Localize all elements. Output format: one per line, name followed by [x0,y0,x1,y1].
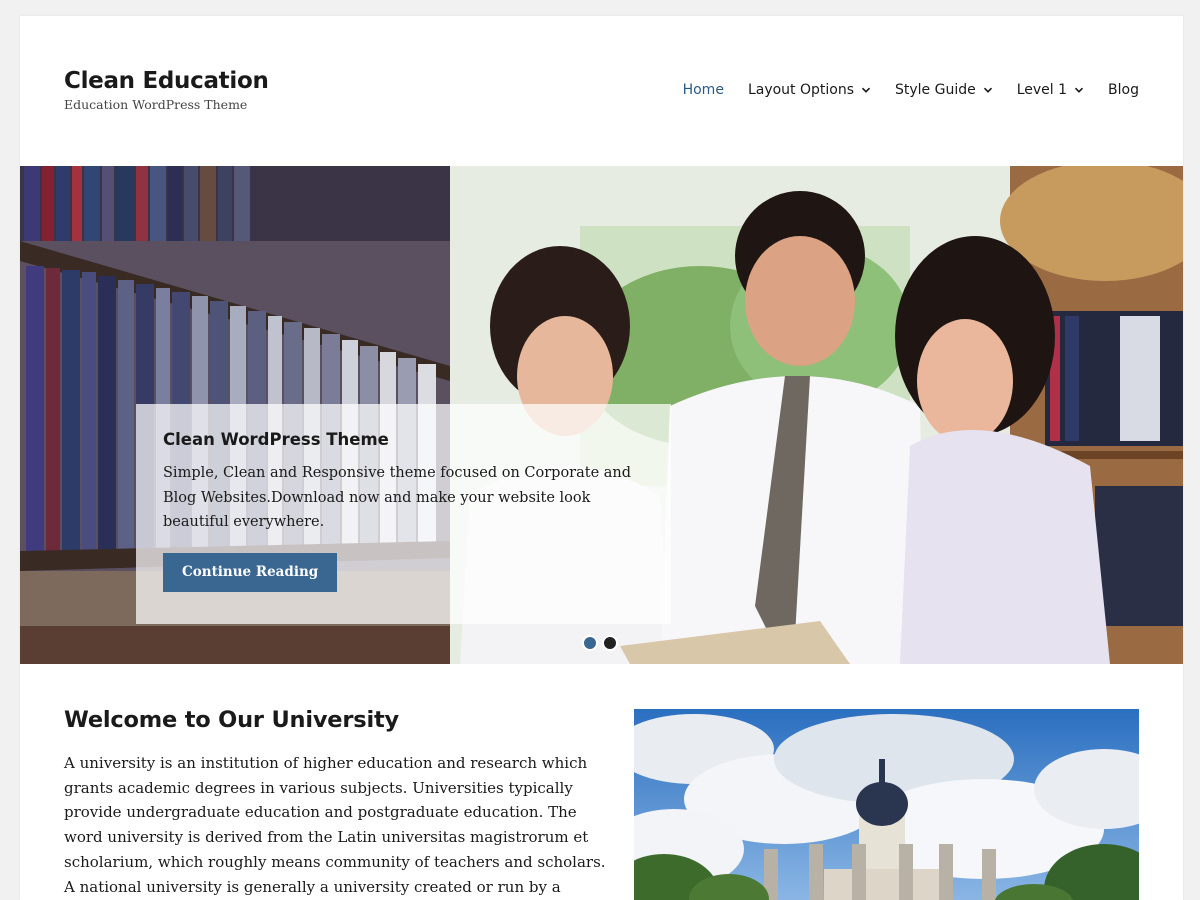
slide-description: Simple, Clean and Responsive theme focus… [163,465,632,530]
site-header: Clean Education Education WordPress Them… [20,16,1183,166]
welcome-section: Welcome to Our University A university i… [64,707,610,900]
university-building-image [634,709,1139,900]
nav-item-label: Blog [1108,82,1139,98]
nav-item-label: Level 1 [1016,82,1068,98]
slide-title[interactable]: Clean WordPress Theme [163,430,644,449]
section-text: A university is an institution of higher… [64,754,606,896]
nav-item-label: Style Guide [895,82,976,98]
nav-item-label: Home [682,82,724,98]
slider-dot-2[interactable] [602,635,618,651]
site-description: Education WordPress Theme [64,97,248,112]
nav-item-label: Layout Options [747,82,854,98]
slider-dot-1[interactable] [582,635,598,651]
chevron-down-icon[interactable] [983,85,993,95]
slider-caption: Clean WordPress Theme Simple, Clean and … [136,404,671,624]
chevron-down-icon[interactable] [1074,85,1084,95]
slider-pagination [582,635,622,651]
nav-item-home[interactable]: Home [683,82,724,98]
page: Clean Education Education WordPress Them… [20,16,1183,900]
nav-item-style-guide[interactable]: Style Guide [895,82,993,98]
section-title: Welcome to Our University [64,707,399,733]
continue-reading-button[interactable]: Continue Reading [163,552,338,592]
site-branding: Clean Education Education WordPress Them… [64,68,269,112]
nav-item-level-1[interactable]: Level 1 [1017,82,1084,98]
nav-item-layout-options[interactable]: Layout Options [748,82,871,98]
nav-item-blog[interactable]: Blog [1108,82,1139,98]
hero-slider: Clean WordPress Theme Simple, Clean and … [20,166,1183,664]
site-title[interactable]: Clean Education [64,68,269,94]
main-navigation: Home Layout Options Style Guide Level 1 [683,82,1139,98]
chevron-down-icon[interactable] [861,85,871,95]
